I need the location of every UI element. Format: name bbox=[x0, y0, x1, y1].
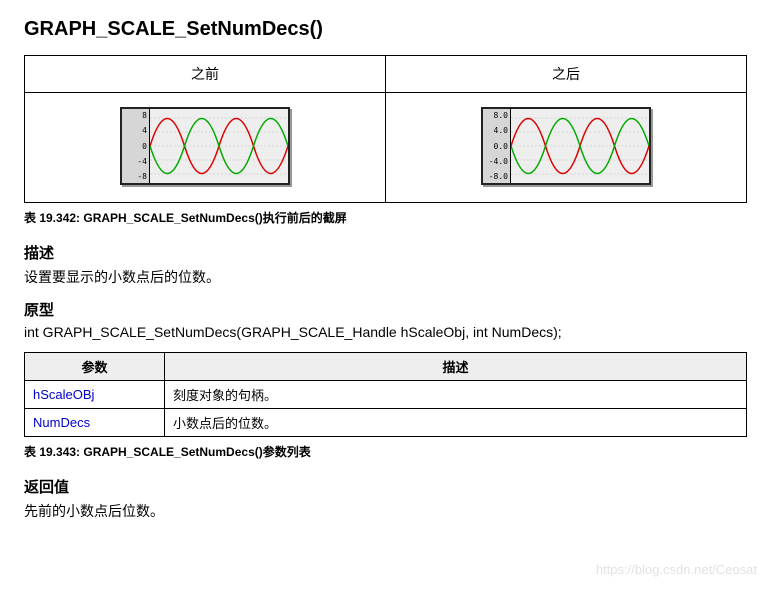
param-name: hScaleOBj bbox=[25, 381, 165, 409]
return-text: 先前的小数点后位数。 bbox=[24, 501, 747, 521]
graph-yaxis-after: 8.0 4.0 0.0 -4.0 -8.0 bbox=[483, 109, 511, 183]
param-header-name: 参数 bbox=[25, 353, 165, 381]
description-text: 设置要显示的小数点后的位数。 bbox=[24, 267, 747, 287]
compare-header-before: 之前 bbox=[25, 56, 386, 93]
param-table: 参数 描述 hScaleOBj 刻度对象的句柄。 NumDecs 小数点后的位数… bbox=[24, 352, 747, 437]
table-caption-1: 表 19.342: GRAPH_SCALE_SetNumDecs()执行前后的截… bbox=[24, 209, 747, 226]
graph-plot-after bbox=[511, 109, 649, 183]
graph-widget-before: 8 4 0 -4 -8 bbox=[120, 107, 290, 185]
param-row: NumDecs 小数点后的位数。 bbox=[25, 409, 747, 437]
param-row: hScaleOBj 刻度对象的句柄。 bbox=[25, 381, 747, 409]
tick-label: -4 bbox=[124, 157, 147, 166]
compare-cell-before: 8 4 0 -4 -8 bbox=[25, 93, 386, 203]
section-prototype-heading: 原型 bbox=[24, 299, 747, 320]
param-desc: 刻度对象的句柄。 bbox=[165, 381, 747, 409]
param-header-desc: 描述 bbox=[165, 353, 747, 381]
watermark: https://blog.csdn.net/Ceosat bbox=[596, 562, 757, 577]
tick-label: 4.0 bbox=[485, 126, 508, 135]
section-description-heading: 描述 bbox=[24, 242, 747, 263]
prototype-text: int GRAPH_SCALE_SetNumDecs(GRAPH_SCALE_H… bbox=[24, 324, 747, 340]
graph-yaxis-before: 8 4 0 -4 -8 bbox=[122, 109, 150, 183]
tick-label: 8.0 bbox=[485, 111, 508, 120]
tick-label: -8 bbox=[124, 172, 147, 181]
param-name: NumDecs bbox=[25, 409, 165, 437]
tick-label: 0 bbox=[124, 142, 147, 151]
compare-header-after: 之后 bbox=[386, 56, 747, 93]
tick-label: 4 bbox=[124, 126, 147, 135]
param-desc: 小数点后的位数。 bbox=[165, 409, 747, 437]
compare-cell-after: 8.0 4.0 0.0 -4.0 -8.0 bbox=[386, 93, 747, 203]
tick-label: 0.0 bbox=[485, 142, 508, 151]
compare-table: 之前 之后 8 4 0 -4 -8 bbox=[24, 55, 747, 203]
graph-widget-after: 8.0 4.0 0.0 -4.0 -8.0 bbox=[481, 107, 651, 185]
tick-label: -4.0 bbox=[485, 157, 508, 166]
tick-label: 8 bbox=[124, 111, 147, 120]
graph-plot-before bbox=[150, 109, 288, 183]
section-return-heading: 返回值 bbox=[24, 476, 747, 497]
page-title: GRAPH_SCALE_SetNumDecs() bbox=[24, 18, 747, 41]
tick-label: -8.0 bbox=[485, 172, 508, 181]
table-caption-2: 表 19.343: GRAPH_SCALE_SetNumDecs()参数列表 bbox=[24, 443, 747, 460]
